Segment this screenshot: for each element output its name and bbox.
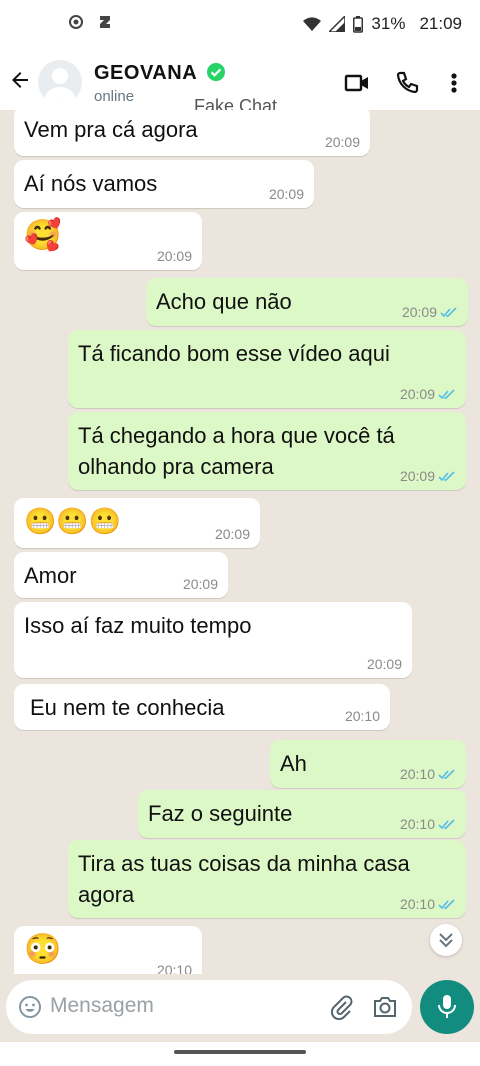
time-label: 20:09 [268, 186, 304, 202]
read-ticks-icon [440, 306, 457, 317]
message-text: Aí nós vamos [24, 171, 158, 196]
message-bubble[interactable]: Tá chegando a hora que você tá olhando p… [68, 412, 466, 490]
double-chevron-down-icon [439, 933, 453, 948]
message-bubble[interactable]: Tira as tuas coisas da minha casa agora … [68, 840, 466, 918]
message-time: 20:10 [400, 766, 456, 782]
message-text: Ah [280, 751, 307, 776]
read-ticks-icon [438, 388, 455, 399]
emoji-icon[interactable] [18, 995, 42, 1019]
message-time: 20:09 [400, 386, 456, 402]
message-time: 20:09 [400, 468, 456, 484]
message-bubble[interactable]: Tá ficando bom esse vídeo aqui 20:09 [68, 330, 466, 408]
message-text: Faz o seguinte [148, 801, 293, 826]
app-notification-icon [100, 16, 110, 28]
composer-bar: Mensagem [0, 974, 480, 1042]
message-text: Amor [24, 563, 77, 588]
battery-percent: 31% [371, 14, 406, 33]
time-label: 20:10 [344, 708, 380, 724]
time-label: 20:09 [214, 526, 250, 542]
location-icon [69, 15, 83, 29]
avatar-head [52, 68, 68, 84]
avatar[interactable] [38, 60, 82, 104]
contact-status: online [94, 88, 135, 105]
message-text: Tira as tuas coisas da minha casa agora [78, 851, 410, 907]
message-emoji: 😬😬😬 [24, 506, 122, 536]
read-ticks-icon [438, 768, 455, 779]
message-bubble[interactable]: 😬😬😬 20:09 [14, 498, 260, 548]
message-text: Vem pra cá agora [24, 117, 198, 142]
more-options-icon[interactable] [444, 70, 464, 96]
wifi-icon [303, 17, 322, 31]
signal-icon [329, 16, 346, 32]
message-input[interactable]: Mensagem [6, 980, 412, 1034]
message-time: 20:09 [157, 248, 192, 264]
time-label: 20:09 [399, 468, 435, 484]
microphone-icon [438, 995, 456, 1018]
video-call-icon[interactable] [344, 70, 370, 96]
message-text: Tá chegando a hora que você tá olhando p… [78, 423, 395, 479]
message-bubble[interactable]: Isso aí faz muito tempo 20:09 [14, 602, 412, 678]
read-ticks-icon [438, 898, 455, 909]
status-right-icons: 31% 21:09 [303, 14, 462, 34]
message-time: 20:10 [400, 896, 456, 912]
message-time: 20:10 [400, 816, 456, 832]
message-time: 20:09 [183, 576, 218, 592]
time-label: 20:10 [399, 766, 435, 782]
message-emoji: 😳 [24, 933, 62, 966]
message-emoji: 🥰 [24, 219, 62, 252]
time-label: 20:09 [401, 304, 437, 320]
phone-call-icon[interactable] [394, 70, 420, 96]
time-label: 20:10 [399, 896, 435, 912]
message-bubble[interactable]: Aí nós vamos 20:09 [14, 160, 314, 208]
message-time: 20:09 [269, 186, 304, 202]
message-bubble[interactable]: 🥰 20:09 [14, 212, 202, 270]
time-label: 20:09 [156, 248, 192, 264]
time-label: 20:10 [156, 962, 192, 974]
message-bubble[interactable]: Vem pra cá agora 20:09 [14, 110, 370, 156]
time-label: 20:09 [182, 576, 218, 592]
message-time: 20:09 [367, 656, 402, 672]
message-text: Tá ficando bom esse vídeo aqui [78, 341, 390, 366]
message-bubble[interactable]: Acho que não 20:09 [146, 278, 468, 326]
message-time: 20:09 [215, 526, 250, 542]
message-time: 20:10 [157, 962, 192, 974]
back-arrow-icon[interactable] [8, 68, 32, 92]
voice-message-button[interactable] [420, 980, 474, 1034]
home-gesture-handle[interactable] [174, 1050, 306, 1054]
camera-icon[interactable] [372, 995, 398, 1019]
attach-icon[interactable] [328, 994, 354, 1020]
message-bubble[interactable]: Faz o seguinte 20:10 [138, 790, 466, 838]
chat-area[interactable]: Vem pra cá agora 20:09 Aí nós vamos 20:0… [0, 110, 480, 974]
message-time: 20:09 [402, 304, 458, 320]
time-label: 20:09 [324, 134, 360, 150]
time-label: 20:09 [399, 386, 435, 402]
message-text: Isso aí faz muito tempo [24, 613, 252, 638]
message-time: 20:10 [345, 708, 380, 724]
status-bar: 31% 21:09 [0, 0, 480, 48]
message-placeholder: Mensagem [50, 994, 154, 1017]
message-text: Acho que não [156, 289, 292, 314]
read-ticks-icon [438, 470, 455, 481]
message-bubble[interactable]: Eu nem te conhecia 20:10 [14, 684, 390, 730]
message-text: Eu nem te conhecia [30, 695, 225, 720]
verified-badge-icon [207, 63, 225, 81]
time-label: 20:09 [366, 656, 402, 672]
time-label: 20:10 [399, 816, 435, 832]
battery-icon [353, 15, 364, 33]
message-time: 20:09 [325, 134, 360, 150]
read-ticks-icon [438, 818, 455, 829]
clock: 21:09 [419, 14, 462, 33]
message-bubble[interactable]: 😳 20:10 [14, 926, 202, 974]
message-bubble[interactable]: Amor 20:09 [14, 552, 228, 598]
message-bubble[interactable]: Ah 20:10 [270, 740, 466, 788]
contact-name[interactable]: GEOVANA [94, 62, 197, 85]
scroll-to-bottom-button[interactable] [430, 924, 462, 956]
avatar-body [45, 87, 75, 104]
status-left-icons [68, 14, 112, 30]
system-nav-bar [0, 1042, 480, 1066]
